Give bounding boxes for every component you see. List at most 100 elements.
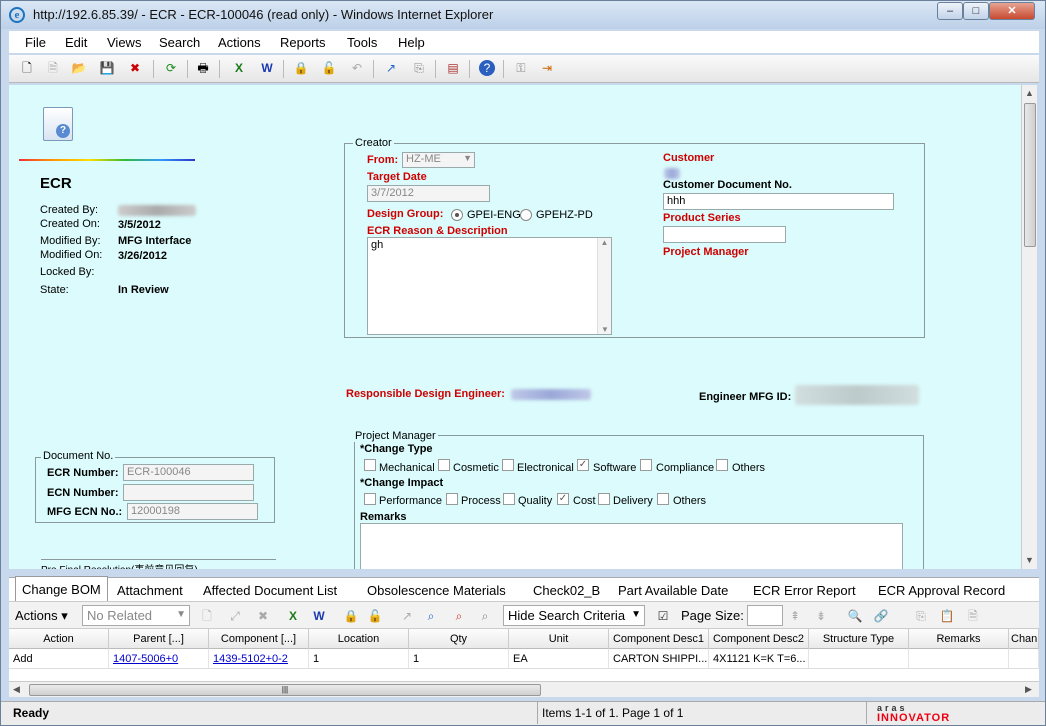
new-icon[interactable]: 🗋	[19, 60, 35, 76]
col-component-desc2[interactable]: Component Desc2	[709, 629, 809, 649]
grid-lock-icon[interactable]: 🔒	[343, 608, 359, 624]
change-impact-quality-checkbox[interactable]	[503, 493, 515, 505]
print-icon[interactable]: 🖶	[195, 60, 211, 76]
change-impact-performance-checkbox[interactable]	[364, 493, 376, 505]
save-icon[interactable]: 💾	[99, 60, 115, 76]
change-type-mechanical-checkbox[interactable]	[364, 459, 376, 471]
grid-horizontal-scrollbar[interactable]: ◀ ||| ▶	[9, 681, 1039, 697]
minimize-button[interactable]: –	[937, 2, 963, 20]
menu-tools[interactable]: Tools	[347, 35, 377, 50]
textarea-scrollbar[interactable]: ▲ ▼	[597, 238, 611, 334]
remove-icon[interactable]: ✖	[255, 608, 271, 624]
col-component[interactable]: Component [...]	[209, 629, 309, 649]
checklist-icon[interactable]: ☑	[655, 608, 671, 624]
clear-search-icon[interactable]: ⌕	[477, 608, 493, 624]
tab-attachment[interactable]: Attachment	[111, 578, 189, 602]
new-relationship-icon[interactable]: 🗋	[199, 608, 215, 624]
grid-excel-icon[interactable]: X	[285, 608, 301, 624]
link-icon[interactable]: 🔗	[873, 608, 889, 624]
tab-part-available-date[interactable]: Part Available Date	[612, 578, 734, 602]
where-used-icon[interactable]: ⎘	[411, 60, 427, 76]
actions-menu[interactable]: Actions ▾	[15, 608, 68, 624]
refresh-icon[interactable]: ⟳	[163, 60, 179, 76]
col-location[interactable]: Location	[309, 629, 409, 649]
ecn-number-field[interactable]	[123, 484, 254, 501]
scroll-left-icon[interactable]: ◀	[13, 684, 20, 695]
engineer-mfg-field-redacted[interactable]	[795, 385, 919, 405]
col-structure-type[interactable]: Structure Type	[809, 629, 909, 649]
ecr-number-field[interactable]: ECR-100046	[123, 464, 254, 481]
col-chan[interactable]: Chan	[1009, 629, 1039, 649]
change-type-cosmetic-checkbox[interactable]	[438, 459, 450, 471]
tab-ecr-approval-record[interactable]: ECR Approval Record	[872, 578, 1011, 602]
word-icon[interactable]: W	[259, 60, 275, 76]
close-button[interactable]: ✕	[989, 2, 1035, 20]
grid-word-icon[interactable]: W	[311, 608, 327, 624]
menu-actions[interactable]: Actions	[218, 35, 261, 50]
change-impact-others-checkbox[interactable]	[657, 493, 669, 505]
col-component-desc1[interactable]: Component Desc1	[609, 629, 709, 649]
from-select[interactable]: HZ-ME ▼	[402, 152, 475, 168]
tab-affected-document-list[interactable]: Affected Document List	[197, 578, 343, 602]
exit-icon[interactable]: ⇥	[539, 60, 555, 76]
ecr-reason-textarea[interactable]: gh ▲ ▼	[367, 237, 612, 335]
lock-icon[interactable]: 🔒	[293, 60, 309, 76]
scroll-up-icon[interactable]: ▲	[1025, 88, 1034, 98]
col-qty[interactable]: Qty	[409, 629, 509, 649]
col-unit[interactable]: Unit	[509, 629, 609, 649]
paste-special-icon[interactable]: 🗎	[965, 608, 981, 624]
menu-views[interactable]: Views	[107, 35, 141, 50]
component-link[interactable]: 1439-5102+0-2	[213, 653, 288, 665]
scroll-right-icon[interactable]: ▶	[1025, 684, 1032, 695]
product-series-field[interactable]	[663, 226, 786, 243]
scroll-down-icon[interactable]: ▼	[1025, 555, 1034, 565]
mfg-ecn-field[interactable]: 12000198	[127, 503, 258, 520]
design-group-radio-gpehz[interactable]	[520, 209, 532, 221]
change-impact-process-checkbox[interactable]	[446, 493, 458, 505]
search-icon[interactable]: 🔍	[847, 608, 863, 624]
maximize-button[interactable]: □	[963, 2, 989, 20]
change-impact-delivery-checkbox[interactable]	[598, 493, 610, 505]
related-select[interactable]: No Related ▼	[82, 605, 190, 626]
delete-icon[interactable]: ✖	[127, 60, 143, 76]
change-type-electronical-checkbox[interactable]	[502, 459, 514, 471]
menu-search[interactable]: Search	[159, 35, 200, 50]
scroll-thumb[interactable]	[1024, 103, 1036, 247]
table-row[interactable]: Add 1407-5006+0 1439-5102+0-2 1 1 EA CAR…	[9, 649, 1039, 669]
copy-icon[interactable]: ⎘	[913, 608, 929, 624]
change-type-software-checkbox[interactable]: ✓	[577, 459, 589, 471]
menu-edit[interactable]: Edit	[65, 35, 87, 50]
view-icon[interactable]: 🗎	[45, 60, 61, 76]
col-parent[interactable]: Parent [...]	[109, 629, 209, 649]
menu-reports[interactable]: Reports	[280, 35, 326, 50]
logoff-icon[interactable]: ⚿	[513, 60, 529, 76]
design-group-radio-gpei[interactable]	[451, 209, 463, 221]
grid-unlock-icon[interactable]: 🔓	[367, 608, 383, 624]
tab-check02-b[interactable]: Check02_B	[527, 578, 606, 602]
col-action[interactable]: Action	[9, 629, 109, 649]
next-page-icon[interactable]: ⇟	[813, 608, 829, 624]
menu-file[interactable]: File	[25, 35, 46, 50]
h-scroll-thumb[interactable]: |||	[29, 684, 541, 696]
responsible-engineer-value-redacted[interactable]	[511, 389, 591, 400]
change-type-compliance-checkbox[interactable]	[640, 459, 652, 471]
change-type-others-checkbox[interactable]	[716, 459, 728, 471]
page-size-field[interactable]	[747, 605, 783, 626]
undo-icon[interactable]: ↶	[349, 60, 365, 76]
zoom-in-icon[interactable]: ⌕	[423, 608, 439, 624]
form-vertical-scrollbar[interactable]: ▲ ▼	[1021, 85, 1037, 569]
report-icon[interactable]: ▤	[445, 60, 461, 76]
grid-promote-icon[interactable]: ↗	[399, 608, 415, 624]
remarks-textarea[interactable]	[360, 523, 903, 569]
open-icon[interactable]: 📂	[71, 60, 87, 76]
menu-help[interactable]: Help	[398, 35, 425, 50]
target-date-field[interactable]: 3/7/2012	[367, 185, 490, 202]
hide-search-criteria-select[interactable]: Hide Search Criteria ▼	[503, 605, 645, 626]
tab-change-bom[interactable]: Change BOM	[15, 576, 108, 602]
paste-icon[interactable]: 📋	[939, 608, 955, 624]
unlock-icon[interactable]: 🔓	[321, 60, 337, 76]
change-impact-cost-checkbox[interactable]: ✓	[557, 493, 569, 505]
excel-icon[interactable]: X	[231, 60, 247, 76]
promote-icon[interactable]: ↗	[383, 60, 399, 76]
tab-obsolescence-materials[interactable]: Obsolescence Materials	[361, 578, 512, 602]
